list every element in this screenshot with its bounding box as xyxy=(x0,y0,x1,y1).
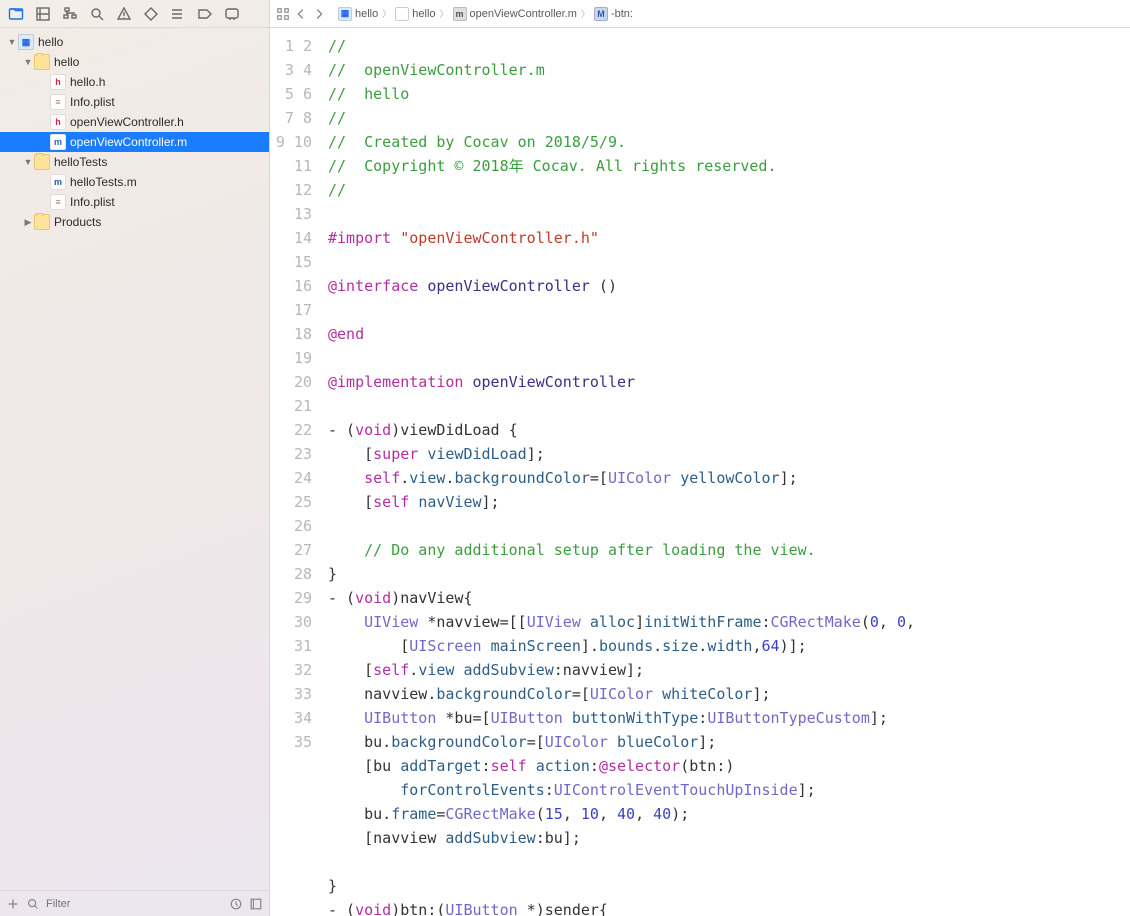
tree-label: helloTests.m xyxy=(70,175,137,189)
debug-navigator-icon[interactable] xyxy=(170,6,186,22)
test-navigator-icon[interactable] xyxy=(143,6,159,22)
related-items-icon[interactable] xyxy=(276,7,290,21)
tree-row[interactable]: ≡ Info.plist xyxy=(0,192,269,212)
project-navigator: ▼▦hello▼hellohhello.h≡Info.plisthopenVie… xyxy=(0,28,270,916)
back-icon[interactable] xyxy=(294,7,308,21)
issue-navigator-icon[interactable] xyxy=(116,6,132,22)
h-file-icon: h xyxy=(50,74,66,90)
tree-label: Info.plist xyxy=(70,195,115,209)
disclosure-icon[interactable]: ▼ xyxy=(22,57,34,67)
filter-bar xyxy=(0,890,269,916)
recent-icon[interactable] xyxy=(229,897,243,911)
jumpbar-seg[interactable]: M-btn: xyxy=(594,7,633,21)
jumpbar-label: openViewController.m xyxy=(470,8,577,20)
breakpoint-navigator-icon[interactable] xyxy=(197,6,213,22)
chevron-right-icon: 〉 xyxy=(581,7,590,20)
plist-file-icon: ≡ xyxy=(50,94,66,110)
tree-row[interactable]: m helloTests.m xyxy=(0,172,269,192)
tree-label: hello.h xyxy=(70,75,105,89)
tree-row[interactable]: h hello.h xyxy=(0,72,269,92)
find-navigator-icon[interactable] xyxy=(89,6,105,22)
folder-file-icon xyxy=(34,54,50,70)
jumpbar-seg[interactable]: ▦hello xyxy=(338,7,378,21)
jumpbar-label: -btn: xyxy=(611,8,633,20)
mfile-file-icon: m xyxy=(50,134,66,150)
tree-label: Products xyxy=(54,215,101,229)
tree-label: helloTests xyxy=(54,155,107,169)
navigator-toolbar xyxy=(0,0,270,27)
tree-row[interactable]: ▼ helloTests xyxy=(0,152,269,172)
disclosure-icon[interactable]: ▼ xyxy=(22,157,34,167)
meth-icon: M xyxy=(594,7,608,21)
source-control-icon[interactable] xyxy=(35,6,51,22)
mfile-file-icon: m xyxy=(50,174,66,190)
symbol-navigator-icon[interactable] xyxy=(62,6,78,22)
forward-icon[interactable] xyxy=(312,7,326,21)
tree-label: openViewController.m xyxy=(70,135,187,149)
report-navigator-icon[interactable] xyxy=(224,6,240,22)
tree-row[interactable]: ▼▦ hello xyxy=(0,32,269,52)
tree-label: hello xyxy=(54,55,79,69)
code-editor[interactable]: 1 2 3 4 5 6 7 8 9 10 11 12 13 14 15 16 1… xyxy=(270,28,1130,916)
grp-icon xyxy=(395,7,409,21)
tree-row[interactable]: ▶ Products xyxy=(0,212,269,232)
filter-icon[interactable] xyxy=(26,897,40,911)
jumpbar-seg[interactable]: mopenViewController.m xyxy=(453,7,577,21)
jumpbar-seg[interactable]: hello xyxy=(395,7,435,21)
tree-row[interactable]: h openViewController.h xyxy=(0,112,269,132)
project-navigator-icon[interactable] xyxy=(8,6,24,22)
disclosure-icon[interactable]: ▶ xyxy=(22,217,34,228)
tree-row[interactable]: ▼ hello xyxy=(0,52,269,72)
scm-filter-icon[interactable] xyxy=(249,897,263,911)
add-icon[interactable] xyxy=(6,897,20,911)
folder-file-icon xyxy=(34,154,50,170)
h-file-icon: h xyxy=(50,114,66,130)
tree-row[interactable]: m openViewController.m xyxy=(0,132,269,152)
jumpbar-label: hello xyxy=(412,8,435,20)
code-area[interactable]: // // openViewController.m // hello // /… xyxy=(320,28,1130,916)
jumpbar-label: hello xyxy=(355,8,378,20)
folder-file-icon xyxy=(34,214,50,230)
tree-label: hello xyxy=(38,35,63,49)
jump-bar: ▦hello〉hello〉mopenViewController.m〉M-btn… xyxy=(270,0,1130,27)
obj-icon: ▦ xyxy=(338,7,352,21)
chevron-right-icon: 〉 xyxy=(440,7,449,20)
file-tree[interactable]: ▼▦hello▼hellohhello.h≡Info.plisthopenVie… xyxy=(0,28,269,890)
disclosure-icon[interactable]: ▼ xyxy=(6,37,18,47)
proj-file-icon: ▦ xyxy=(18,34,34,50)
plist-file-icon: ≡ xyxy=(50,194,66,210)
tree-label: Info.plist xyxy=(70,95,115,109)
m-icon: m xyxy=(453,7,467,21)
line-gutter: 1 2 3 4 5 6 7 8 9 10 11 12 13 14 15 16 1… xyxy=(270,28,320,916)
chevron-right-icon: 〉 xyxy=(382,7,391,20)
tree-label: openViewController.h xyxy=(70,115,184,129)
tree-row[interactable]: ≡ Info.plist xyxy=(0,92,269,112)
filter-input[interactable] xyxy=(46,898,223,910)
